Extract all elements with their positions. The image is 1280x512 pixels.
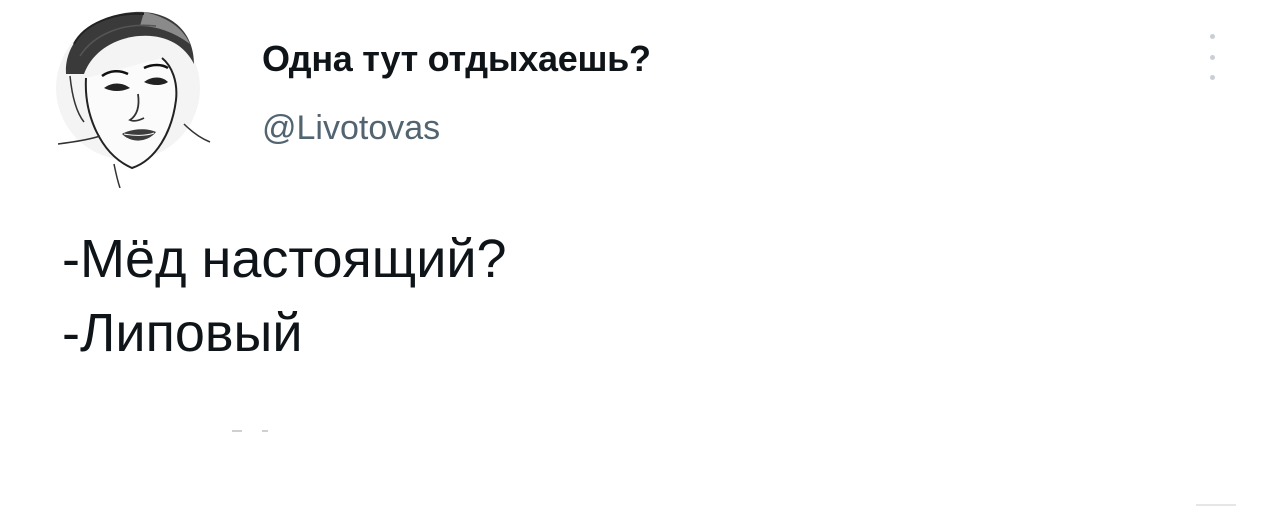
menu-dot — [1209, 34, 1215, 39]
tweet-text-line-1: -Мёд настоящий? — [62, 229, 507, 289]
divider-fragment — [262, 430, 268, 432]
avatar[interactable] — [44, 4, 212, 188]
tweet-text-line-2: -Липовый — [62, 303, 303, 363]
divider-fragment — [1196, 504, 1236, 506]
menu-dot — [1209, 54, 1215, 60]
tweet-text: -Мёд настоящий? -Липовый — [62, 222, 507, 370]
more-options-icon[interactable] — [1196, 30, 1228, 84]
menu-dot — [1209, 75, 1215, 80]
author-display-name[interactable]: Одна тут отдыхаешь? — [262, 38, 651, 80]
tweet-card: Одна тут отдыхаешь? @Livotovas -Мёд наст… — [0, 0, 1280, 512]
divider-fragment — [232, 430, 242, 432]
avatar-illustration-icon — [56, 11, 211, 188]
author-handle[interactable]: @Livotovas — [262, 109, 440, 148]
